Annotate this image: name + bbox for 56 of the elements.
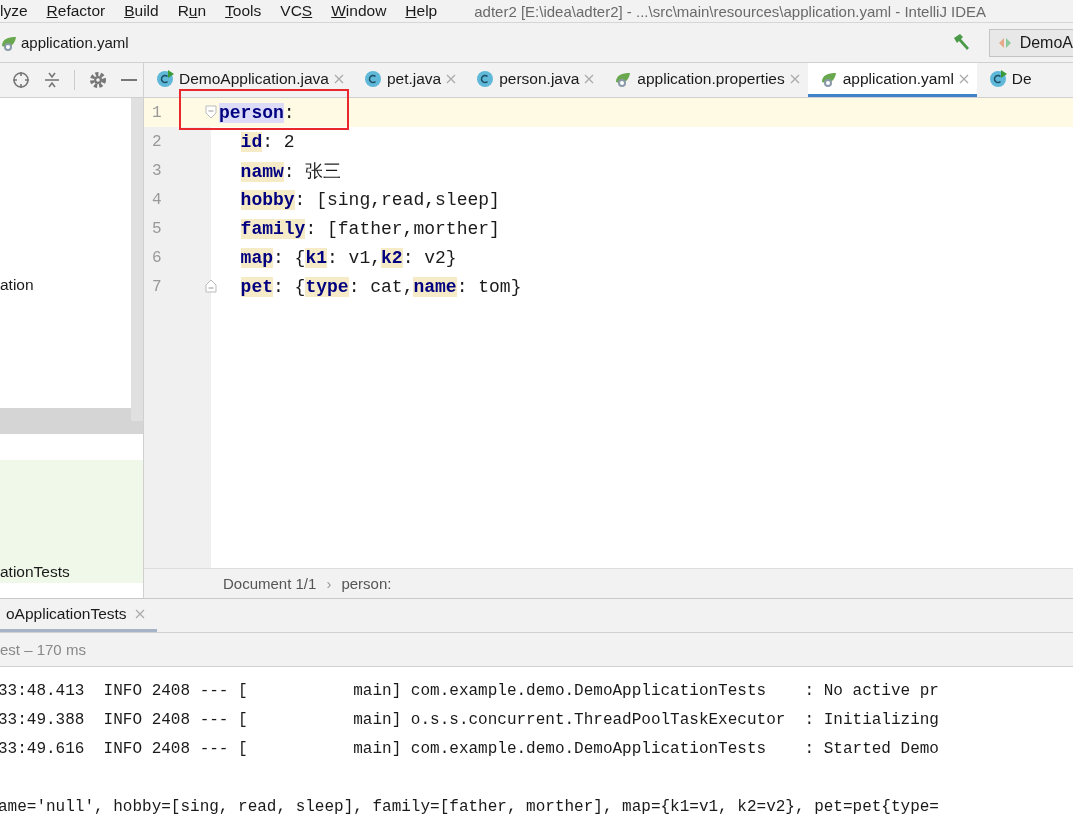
close-icon[interactable] — [584, 73, 595, 84]
editor-tab[interactable]: application.properties — [602, 63, 808, 97]
line-number: 3 — [152, 161, 162, 180]
close-icon[interactable] — [958, 73, 969, 84]
class-run-icon — [988, 69, 1007, 88]
code-line: pet: {type: cat,name: tom} — [239, 276, 522, 297]
test-status: est – 170 ms — [0, 641, 86, 658]
menu-item[interactable]: Help — [395, 2, 447, 20]
menu-item[interactable]: Build — [114, 2, 168, 20]
fold-marker-icon[interactable] — [205, 105, 217, 119]
code-line: map: {k1: v1,k2: v2} — [239, 247, 457, 268]
locate-icon[interactable] — [12, 71, 30, 89]
editor-tab[interactable]: application.yaml — [807, 63, 977, 97]
editor-tab[interactable]: pet.java — [351, 63, 465, 97]
fold-marker-icon[interactable] — [205, 279, 217, 293]
close-icon[interactable] — [134, 609, 145, 619]
line-number: 2 — [152, 132, 162, 151]
line-number: 6 — [152, 248, 162, 267]
project-tree-item[interactable]: ationTests — [0, 460, 143, 583]
line-number: 5 — [152, 219, 162, 238]
code-line: family: [father,morther] — [239, 218, 500, 239]
class-icon — [363, 69, 382, 88]
menu-item[interactable]: Run — [167, 2, 216, 20]
class-run-icon — [156, 69, 174, 88]
line-number: 4 — [152, 190, 162, 209]
menu-item[interactable]: Tools — [215, 2, 271, 20]
close-icon[interactable] — [446, 73, 457, 84]
close-icon[interactable] — [333, 73, 344, 84]
code-line: hobby: [sing,read,sleep] — [239, 189, 500, 210]
class-icon — [476, 69, 495, 88]
scrollbar[interactable] — [131, 98, 143, 421]
project-tree-item[interactable] — [0, 408, 143, 434]
breadcrumb[interactable]: person: — [341, 575, 392, 592]
run-tab[interactable]: oApplicationTests — [0, 599, 157, 632]
editor-tab[interactable]: De — [976, 63, 1040, 97]
minimize-icon[interactable] — [121, 78, 137, 82]
code-line: id: 2 — [239, 131, 295, 152]
menu-item[interactable]: Window — [321, 2, 396, 20]
config-icon — [997, 35, 1012, 50]
close-icon[interactable] — [789, 73, 800, 84]
collapse-icon[interactable] — [44, 71, 60, 89]
run-configuration-selector[interactable]: DemoA — [988, 28, 1073, 57]
code-line: namw: 张三 — [239, 160, 342, 183]
editor-tab[interactable]: DemoApplication.java — [144, 63, 352, 97]
project-tree-item[interactable]: ation — [0, 272, 130, 298]
menu-item[interactable]: lyze — [0, 2, 37, 20]
line-number: 1 — [152, 103, 162, 122]
window-title: adter2 [E:\idea\adter2] - ...\src\main\resources\application.yaml - IntelliJ IDEA — [474, 2, 987, 20]
breadcrumb-separator: › — [326, 575, 332, 592]
menu-item[interactable]: Refactor — [36, 2, 115, 20]
settings-icon[interactable] — [89, 71, 107, 89]
line-number: 7 — [152, 277, 162, 296]
breadcrumb-file[interactable]: application.yaml — [21, 34, 129, 51]
menu-item[interactable]: VCS — [270, 2, 322, 20]
editor-tab[interactable]: person.java — [464, 63, 603, 97]
breadcrumb[interactable]: Document 1/1 — [223, 575, 317, 592]
